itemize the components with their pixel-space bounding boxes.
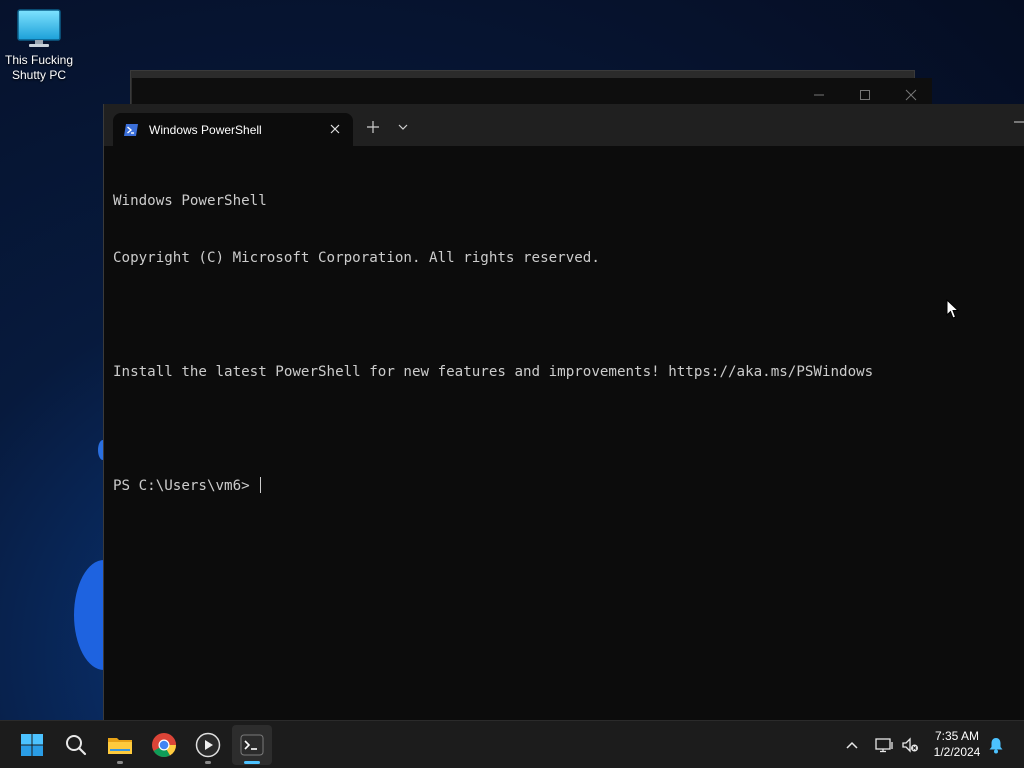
chevron-down-icon[interactable] <box>397 122 409 132</box>
windows-logo-icon <box>21 734 43 756</box>
tab-title: Windows PowerShell <box>149 122 262 137</box>
show-hidden-icons-button[interactable] <box>842 735 862 755</box>
clock-time: 7:35 AM <box>934 729 980 743</box>
minimize-icon[interactable] <box>1012 116 1024 128</box>
search-icon <box>66 735 87 756</box>
terminal-icon <box>240 734 264 756</box>
powershell-icon <box>124 123 138 136</box>
taskbar-clock[interactable]: 7:35 AM 1/2/2024 <box>924 728 990 760</box>
terminal-line: Install the latest PowerShell for new fe… <box>113 364 874 380</box>
start-button[interactable] <box>12 725 52 765</box>
desktop-icon-label: This Fucking Shutty PC <box>4 53 74 82</box>
notification-bell-icon <box>989 738 1003 754</box>
close-icon[interactable] <box>900 84 922 106</box>
media-player-button[interactable] <box>188 725 228 765</box>
minimize-icon[interactable] <box>808 84 830 106</box>
background-window-controls <box>808 84 922 106</box>
clock-date: 1/2/2024 <box>933 745 981 759</box>
terminal-line: Windows PowerShell <box>113 193 267 209</box>
chrome-button[interactable] <box>144 725 184 765</box>
terminal-line: Copyright (C) Microsoft Corporation. All… <box>113 250 600 266</box>
desktop-icon-this-pc[interactable]: This Fucking Shutty PC <box>2 8 76 83</box>
volume-button[interactable] <box>900 735 920 755</box>
tab-windows-powershell[interactable]: Windows PowerShell <box>113 113 353 146</box>
search-button[interactable] <box>56 725 96 765</box>
prompt-text: PS C:\Users\vm6> <box>113 478 259 494</box>
close-icon[interactable] <box>327 121 343 137</box>
running-indicator <box>205 761 211 764</box>
terminal-button[interactable] <box>232 725 272 765</box>
volume-muted-icon <box>902 737 918 753</box>
mouse-pointer-icon <box>946 299 960 319</box>
play-icon <box>195 732 221 758</box>
terminal-output[interactable]: Windows PowerShell Copyright (C) Microso… <box>113 154 1024 534</box>
running-indicator <box>117 761 123 764</box>
monitor-icon <box>17 9 61 47</box>
tab-bar: Windows PowerShell <box>104 104 1024 146</box>
text-cursor <box>260 477 262 493</box>
file-explorer-button[interactable] <box>100 725 140 765</box>
active-indicator <box>244 761 260 764</box>
network-icon <box>875 738 893 753</box>
maximize-icon[interactable] <box>854 84 876 106</box>
folder-icon <box>108 738 132 754</box>
new-tab-icon[interactable] <box>365 119 381 135</box>
network-button[interactable] <box>874 735 894 755</box>
prompt-line[interactable]: PS C:\Users\vm6> <box>113 477 1024 496</box>
chrome-icon <box>152 733 176 758</box>
terminal-window[interactable]: Windows PowerShell Windows PowerShell Co… <box>103 104 1024 720</box>
chevron-up-icon <box>846 741 858 749</box>
taskbar <box>0 720 1024 768</box>
